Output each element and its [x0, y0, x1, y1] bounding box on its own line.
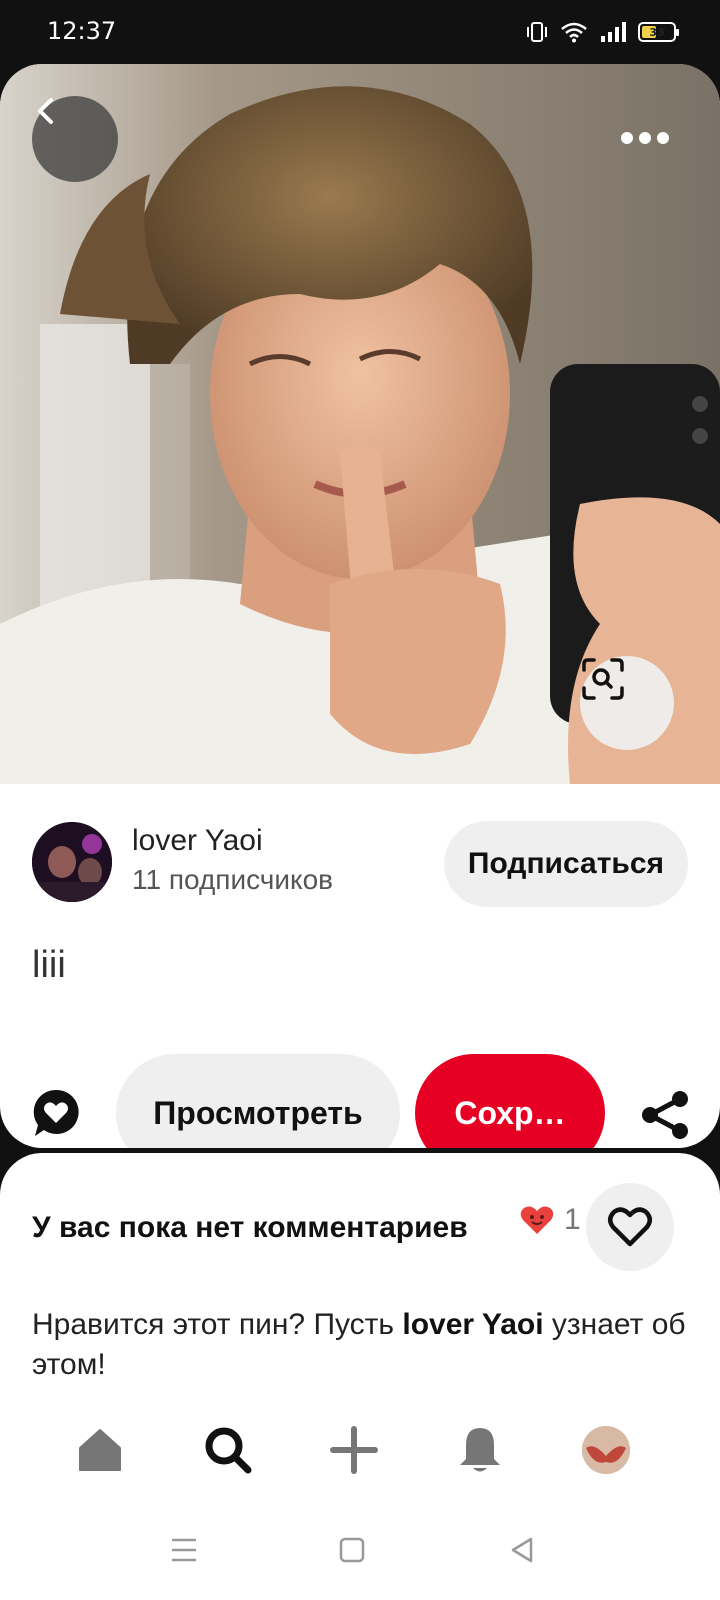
bottom-nav — [0, 1400, 720, 1500]
vibrate-icon — [527, 22, 547, 42]
wifi-icon — [561, 22, 587, 43]
system-back-button[interactable] — [500, 1528, 544, 1572]
lens-search-icon — [582, 658, 624, 700]
status-time: 12:37 — [47, 17, 117, 45]
square-icon — [339, 1537, 365, 1563]
status-icons: 33 — [526, 18, 679, 46]
notifications-icon — [460, 1428, 500, 1472]
comment-prompt: Нравится этот пин? Пусть lover Yaoi узна… — [32, 1308, 686, 1381]
reaction-count: 1 — [564, 1203, 581, 1236]
battery-icon: 33 — [638, 22, 679, 42]
like-button[interactable] — [586, 1183, 674, 1271]
share-icon — [642, 1091, 688, 1139]
save-button[interactable]: Сохр… — [415, 1054, 605, 1148]
comment-button[interactable] — [30, 1087, 82, 1139]
view-button[interactable]: Просмотреть — [116, 1054, 400, 1148]
nav-profile[interactable] — [578, 1422, 634, 1478]
reaction-summary[interactable]: 1 — [520, 1203, 581, 1237]
more-options-button[interactable] — [610, 116, 680, 160]
more-dot-icon — [639, 132, 651, 144]
back-button[interactable] — [32, 96, 118, 182]
system-menu-button[interactable] — [162, 1528, 206, 1572]
creator-avatar[interactable] — [32, 822, 112, 902]
heart-reaction-icon — [520, 1206, 554, 1234]
system-nav — [0, 1500, 720, 1600]
no-comments-label: У вас пока нет комментариев — [32, 1211, 468, 1244]
chevron-left-icon — [38, 98, 53, 124]
creator-row: lover Yaoi 11 подписчиков Подписаться — [32, 816, 688, 907]
system-home-button[interactable] — [330, 1528, 374, 1572]
pin-title: liii — [32, 944, 66, 986]
battery-level: 33 — [649, 25, 665, 39]
nav-home[interactable] — [72, 1422, 128, 1478]
nav-create[interactable] — [326, 1422, 382, 1478]
visual-search-button[interactable] — [580, 656, 674, 750]
heart-outline-icon — [608, 1207, 652, 1247]
nav-notifications[interactable] — [452, 1422, 508, 1478]
pin-image[interactable] — [0, 64, 720, 784]
home-icon — [79, 1429, 121, 1471]
creator-followers: 11 подписчиков — [132, 864, 334, 895]
nav-search[interactable] — [200, 1422, 256, 1478]
creator-name[interactable]: lover Yaoi — [132, 824, 263, 858]
create-icon — [330, 1426, 378, 1474]
signal-icon — [601, 22, 626, 42]
more-dot-icon — [657, 132, 669, 144]
triangle-back-icon — [511, 1537, 533, 1563]
search-icon — [205, 1427, 252, 1474]
pin-card: lover Yaoi 11 подписчиков Подписаться li… — [0, 64, 720, 1148]
menu-icon — [172, 1538, 196, 1562]
action-row: Просмотреть Сохр… — [0, 1054, 720, 1148]
share-button[interactable] — [638, 1087, 694, 1143]
status-bar: 12:37 33 — [0, 0, 720, 64]
prompt-creator-name[interactable]: lover Yaoi — [402, 1308, 543, 1341]
comment-heart-icon — [33, 1089, 79, 1136]
more-dot-icon — [621, 132, 633, 144]
profile-avatar — [582, 1426, 630, 1474]
follow-button[interactable]: Подписаться — [444, 821, 688, 907]
